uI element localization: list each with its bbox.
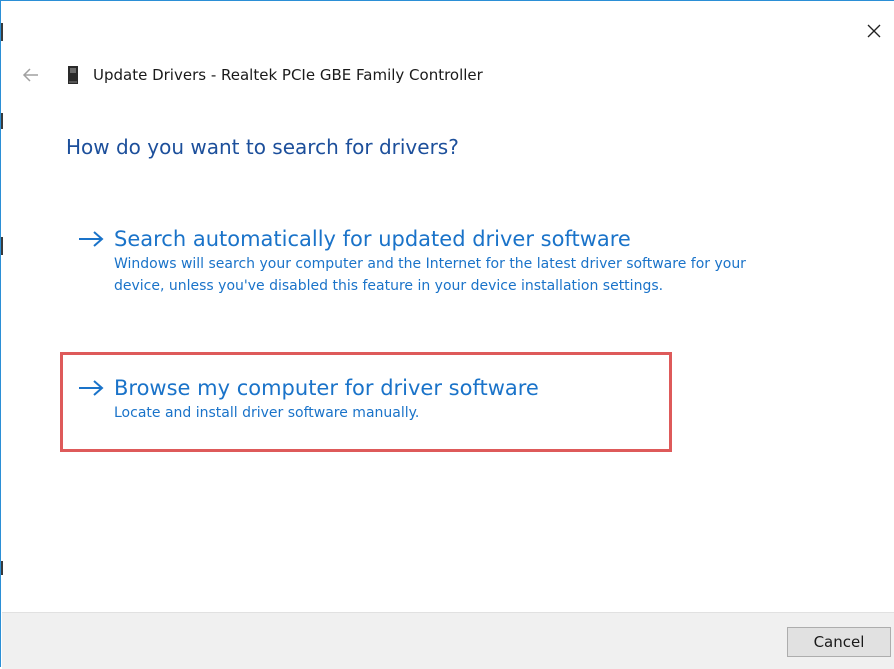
edge-tick bbox=[1, 561, 3, 575]
right-arrow-icon bbox=[77, 229, 105, 249]
search-automatically-option[interactable]: Search automatically for updated driver … bbox=[77, 225, 757, 297]
right-arrow-icon bbox=[77, 378, 105, 398]
title-row: Update Drivers - Realtek PCIe GBE Family… bbox=[67, 63, 483, 87]
network-adapter-icon bbox=[67, 65, 79, 85]
edge-tick bbox=[1, 23, 3, 41]
dialog-footer: Cancel bbox=[2, 612, 894, 669]
option-description: Locate and install driver software manua… bbox=[114, 405, 420, 421]
back-arrow-icon bbox=[22, 68, 38, 82]
left-edge-marks bbox=[1, 1, 4, 668]
window-title: Update Drivers - Realtek PCIe GBE Family… bbox=[93, 66, 483, 84]
browse-computer-option[interactable]: Browse my computer for driver software L… bbox=[77, 374, 657, 424]
close-icon bbox=[867, 24, 881, 38]
cancel-button[interactable]: Cancel bbox=[787, 627, 891, 657]
update-drivers-window: Update Drivers - Realtek PCIe GBE Family… bbox=[0, 0, 894, 669]
close-button[interactable] bbox=[854, 11, 894, 51]
option-head: Search automatically for updated driver … bbox=[77, 225, 757, 253]
page-heading: How do you want to search for drivers? bbox=[66, 135, 459, 159]
edge-tick bbox=[1, 113, 3, 129]
option-title: Search automatically for updated driver … bbox=[114, 227, 631, 251]
option-head: Browse my computer for driver software bbox=[77, 374, 657, 402]
edge-tick bbox=[1, 237, 3, 255]
option-description: Windows will search your computer and th… bbox=[114, 256, 746, 294]
option-title: Browse my computer for driver software bbox=[114, 376, 539, 400]
back-button[interactable] bbox=[19, 63, 43, 87]
